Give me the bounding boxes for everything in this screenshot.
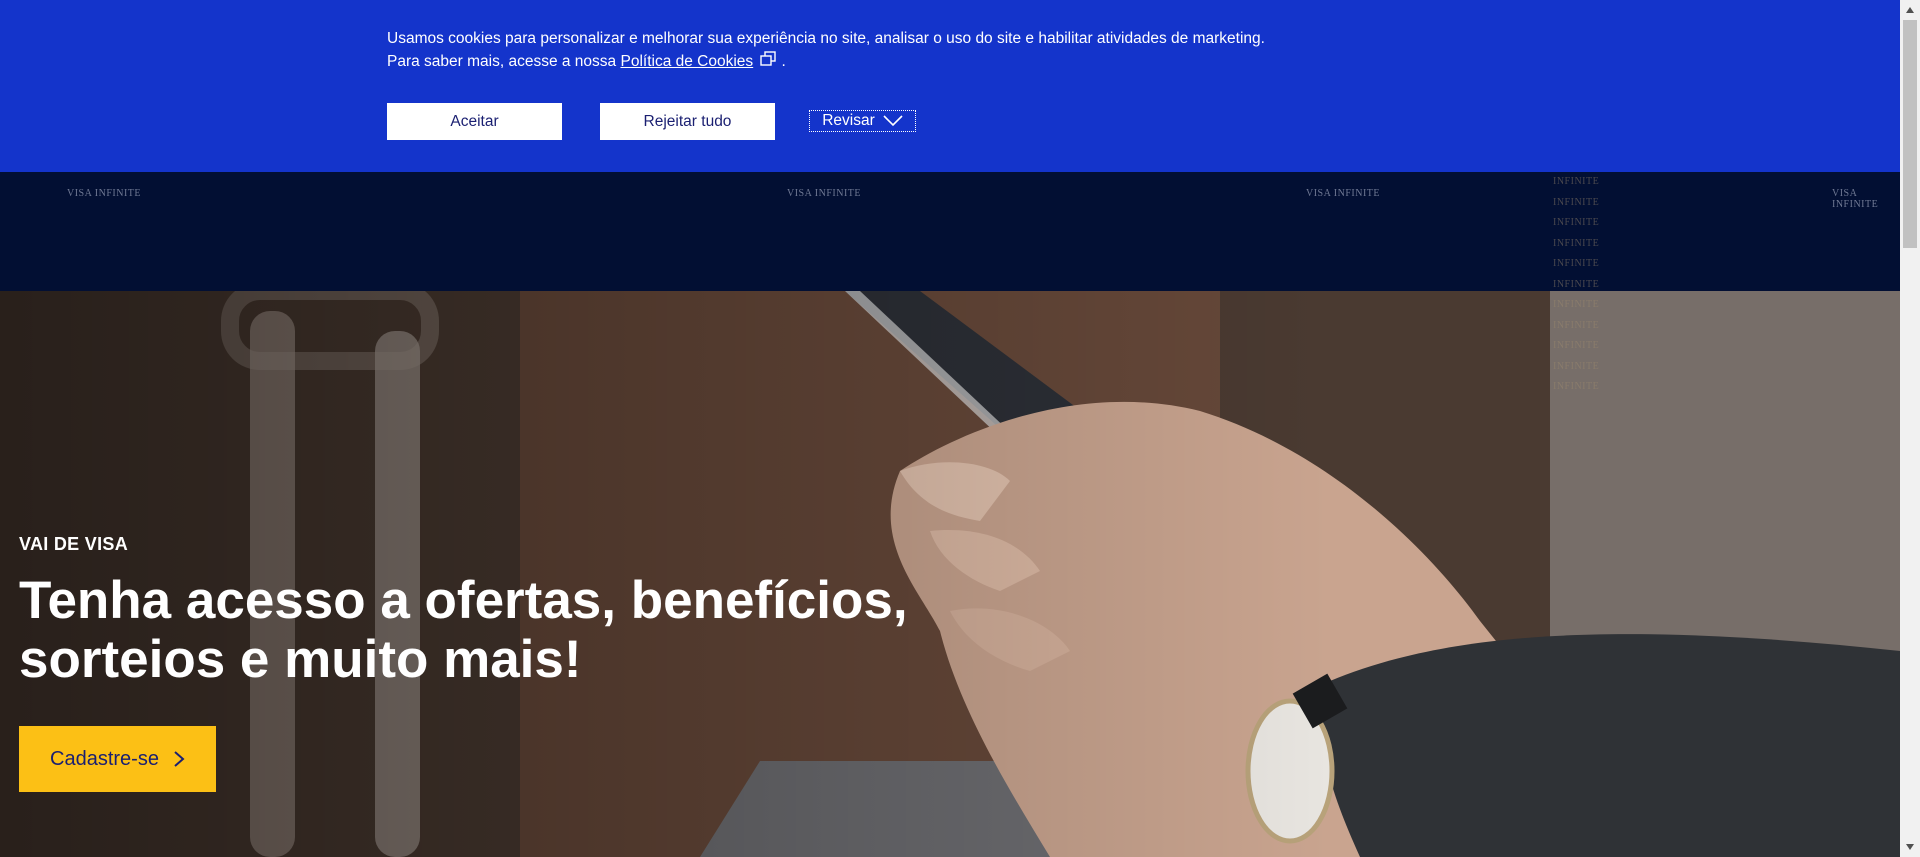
signup-button[interactable]: Cadastre-se: [19, 726, 216, 792]
cookie-message-end: .: [781, 53, 786, 70]
visa-infinite-wordmark: VISA INFINITE: [67, 188, 141, 199]
chevron-right-icon: [174, 751, 185, 767]
visa-infinite-wordmark: VISA INFINITE: [1306, 188, 1380, 199]
cookie-message: Usamos cookies para personalizar e melho…: [387, 27, 1287, 73]
infinite-pattern: INFINITE INFINITE INFINITE INFINITE INFI…: [1553, 172, 1599, 398]
infinite-word: INFINITE: [1553, 299, 1600, 310]
scrollbar-thumb[interactable]: [1903, 20, 1917, 248]
visa-infinite-wordmark: VISA INFINITE: [787, 188, 861, 199]
chevron-down-icon: [883, 115, 903, 127]
hero-headline: Tenha acesso a ofertas, benefícios, sort…: [19, 571, 908, 689]
cookie-banner: Usamos cookies para personalizar e melho…: [0, 0, 1900, 172]
cookie-message-text: Usamos cookies para personalizar e melho…: [387, 30, 1265, 70]
infinite-word: INFINITE: [1553, 237, 1600, 249]
brand-band: VISA INFINITE VISA INFINITE VISA INFINIT…: [0, 172, 1900, 291]
infinite-word: INFINITE: [1553, 278, 1600, 290]
reject-all-button[interactable]: Rejeitar tudo: [600, 103, 775, 140]
review-cookies-button[interactable]: Revisar: [809, 110, 916, 132]
hero-eyebrow: VAI DE VISA: [19, 534, 128, 554]
signup-label: Cadastre-se: [50, 747, 159, 770]
accept-cookies-button[interactable]: Aceitar: [387, 103, 562, 140]
infinite-word: INFINITE: [1553, 340, 1600, 351]
infinite-word: INFINITE: [1553, 258, 1600, 269]
external-link-icon[interactable]: [759, 50, 777, 68]
infinite-word: INFINITE: [1553, 381, 1600, 392]
visa-infinite-wordmark: VISA INFINITE: [1832, 188, 1879, 210]
infinite-word: INFINITE: [1553, 319, 1600, 331]
scroll-up-arrow-icon[interactable]: [1905, 6, 1915, 14]
hero-section: VAI DE VISA Tenha acesso a ofertas, bene…: [0, 291, 1900, 857]
vertical-scrollbar[interactable]: [1900, 0, 1920, 857]
cookie-policy-link[interactable]: Política de Cookies: [620, 53, 753, 70]
review-label: Revisar: [822, 112, 875, 129]
scroll-down-arrow-icon[interactable]: [1905, 843, 1915, 851]
infinite-word: INFINITE: [1553, 196, 1600, 208]
infinite-word: INFINITE: [1553, 360, 1600, 372]
infinite-word: INFINITE: [1553, 176, 1600, 187]
infinite-word: INFINITE: [1553, 217, 1600, 228]
